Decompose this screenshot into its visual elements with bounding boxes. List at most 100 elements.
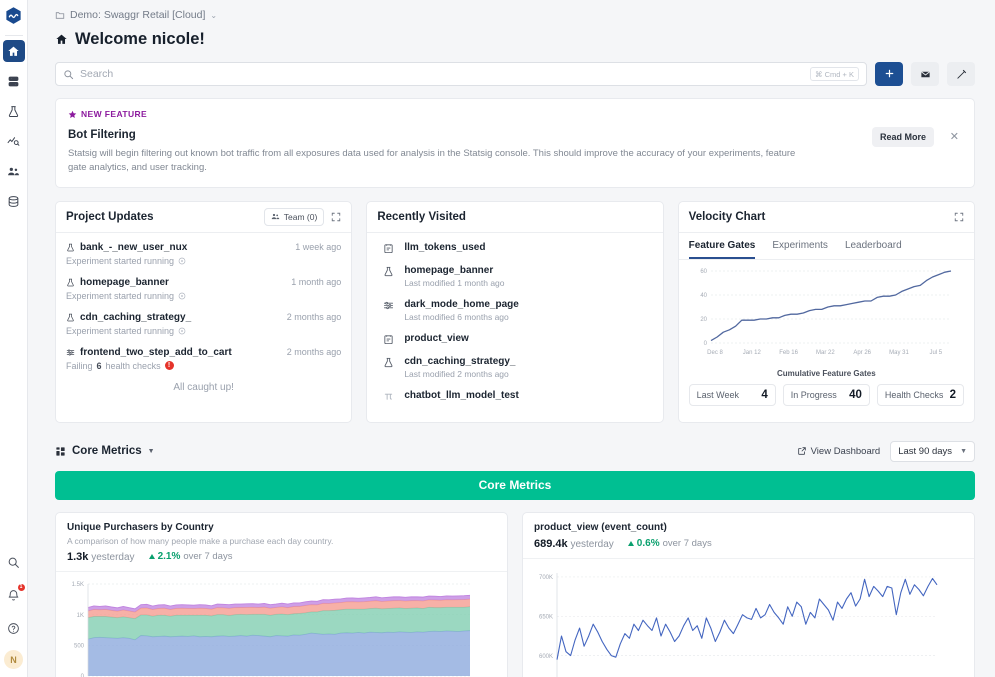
project-update-label: cdn_caching_strategy_ [80,311,192,323]
svg-text:700K: 700K [539,575,553,581]
stat-last-week: Last Week 4 [688,383,776,406]
sidebar-item-analytics[interactable] [3,130,25,152]
tab-leaderboard[interactable]: Leaderboard [845,240,902,259]
sidebar-search-button[interactable] [3,551,25,573]
chevron-down-icon: ⌄ [210,10,218,20]
plus-icon [884,68,895,79]
list-item[interactable]: homepage_banner 1 month ago Experiment s… [66,277,341,301]
list-item-row: cdn_caching_strategy_ 2 months ago [66,312,341,323]
star-icon [68,110,77,119]
help-button[interactable] [3,617,25,639]
pi-icon [383,391,396,402]
expand-icon[interactable] [331,212,341,222]
project-update-name[interactable]: homepage_banner [66,277,169,288]
project-update-name[interactable]: frontend_two_step_add_to_cart [66,347,232,358]
status-prefix: Failing [66,360,93,371]
sidebar-item-experiments[interactable] [3,100,25,122]
page-title: Welcome nicole! [55,30,975,49]
notifications-button[interactable]: 1 [3,584,25,606]
bell-icon [7,589,20,602]
sidebar-item-metrics-catalog[interactable] [3,190,25,212]
project-update-label: homepage_banner [80,276,169,288]
project-updates-actions: Team (0) [263,207,342,226]
flask-icon [383,357,396,368]
layers-icon [7,75,20,88]
view-dashboard-link[interactable]: View Dashboard [797,445,881,457]
stat-value: 2 [949,388,956,401]
svg-text:May 31: May 31 [889,350,909,356]
breadcrumb[interactable]: Demo: Swaggr Retail [Cloud] ⌄ [55,0,217,21]
search-input[interactable] [80,68,805,80]
tab-feature-gates[interactable]: Feature Gates [688,240,756,259]
metric-card-description: A comparison of how many people make a p… [67,535,334,546]
list-item[interactable]: dark_mode_home_page Last modified 6 mont… [377,299,652,322]
tab-experiments[interactable]: Experiments [772,240,828,259]
svg-text:Dec 8: Dec 8 [707,350,723,356]
svg-text:60: 60 [700,269,707,275]
project-update-time: 1 month ago [291,277,342,288]
metric-card-stats: 1.3k yesterday 2.1% over 7 days [67,551,496,563]
metric-value: 689.4k yesterday [534,538,614,550]
list-item-row: homepage_banner 1 month ago [66,277,341,288]
list-item[interactable]: cdn_caching_strategy_ Last modified 2 mo… [377,356,652,379]
list-item[interactable]: bank_-_new_user_nux 1 week ago Experimen… [66,242,341,266]
breadcrumb-label: Demo: Swaggr Retail [Cloud] [70,9,206,21]
read-more-button[interactable]: Read More [871,127,934,147]
status-text: Experiment started running [66,290,175,301]
list-item[interactable]: product_view [377,333,652,345]
avatar[interactable]: N [4,650,23,669]
svg-text:Jul 5: Jul 5 [929,350,942,356]
close-icon[interactable]: ✕ [950,132,959,143]
team-filter-button[interactable]: Team (0) [263,207,325,226]
list-item[interactable]: llm_tokens_used [377,242,652,254]
svg-text:40: 40 [700,293,707,299]
recently-visited-sub: Last modified 2 months ago [404,368,509,379]
grid-icon [55,446,66,457]
svg-text:650K: 650K [539,614,553,620]
date-range-label: Last 90 days [898,445,953,457]
stat-label: Last Week [696,389,740,400]
edit-button[interactable] [947,62,975,86]
project-update-time: 1 week ago [295,242,342,253]
recently-visited-panel: Recently Visited llm_tokens_used homepag… [366,200,664,423]
sidebar-bottom-group: 1 N [3,551,25,677]
project-update-name[interactable]: cdn_caching_strategy_ [66,312,191,323]
search-box[interactable]: ⌘ Cmd + K [55,62,867,86]
stat-health-checks: Health Checks 2 [876,383,964,406]
sidebar-divider [4,35,23,36]
sidebar-item-home[interactable] [2,40,25,62]
svg-text:600K: 600K [539,653,553,659]
flask-icon [383,266,396,277]
list-item-text: cdn_caching_strategy_ Last modified 2 mo… [404,356,515,379]
core-metrics-selector[interactable]: Core Metrics ▼ [55,445,155,457]
sidebar-item-feature-gates[interactable] [3,70,25,92]
info-icon [178,257,186,265]
list-item[interactable]: homepage_banner Last modified 1 month ag… [377,265,652,288]
project-update-name[interactable]: bank_-_new_user_nux [66,242,187,253]
project-update-status: Failing 6 health checks ! [66,361,341,371]
trend-up-icon [148,554,155,560]
expand-icon[interactable] [954,212,964,222]
list-item-row: frontend_two_step_add_to_cart 2 months a… [66,347,341,358]
list-item[interactable]: cdn_caching_strategy_ 2 months ago Exper… [66,312,341,336]
date-range-select[interactable]: Last 90 days ▼ [890,440,975,462]
recently-visited-name: homepage_banner [404,264,494,276]
core-metrics-cards: Unique Purchasers by Country A compariso… [55,511,975,677]
svg-text:Jan 12: Jan 12 [742,350,761,356]
search-icon [63,69,74,80]
list-item[interactable]: chatbot_llm_model_test [377,390,652,402]
project-update-label: frontend_two_step_add_to_cart [80,346,232,358]
svg-text:20: 20 [700,317,707,323]
sidebar-item-users[interactable] [3,160,25,182]
core-metrics-banner: Core Metrics [55,470,975,500]
metric-delta: 2.1% over 7 days [148,551,232,562]
list-item[interactable]: frontend_two_step_add_to_cart 2 months a… [66,347,341,371]
content-column: Demo: Swaggr Retail [Cloud] ⌄ Welcome ni… [28,0,995,677]
view-dashboard-label: View Dashboard [810,445,881,457]
statsig-logo-icon[interactable] [4,6,23,25]
project-update-status: Experiment started running [66,256,341,266]
left-sidebar: 1 N [0,0,28,677]
pencil-icon [956,69,967,80]
inbox-button[interactable] [911,62,939,86]
add-button[interactable] [875,62,903,86]
